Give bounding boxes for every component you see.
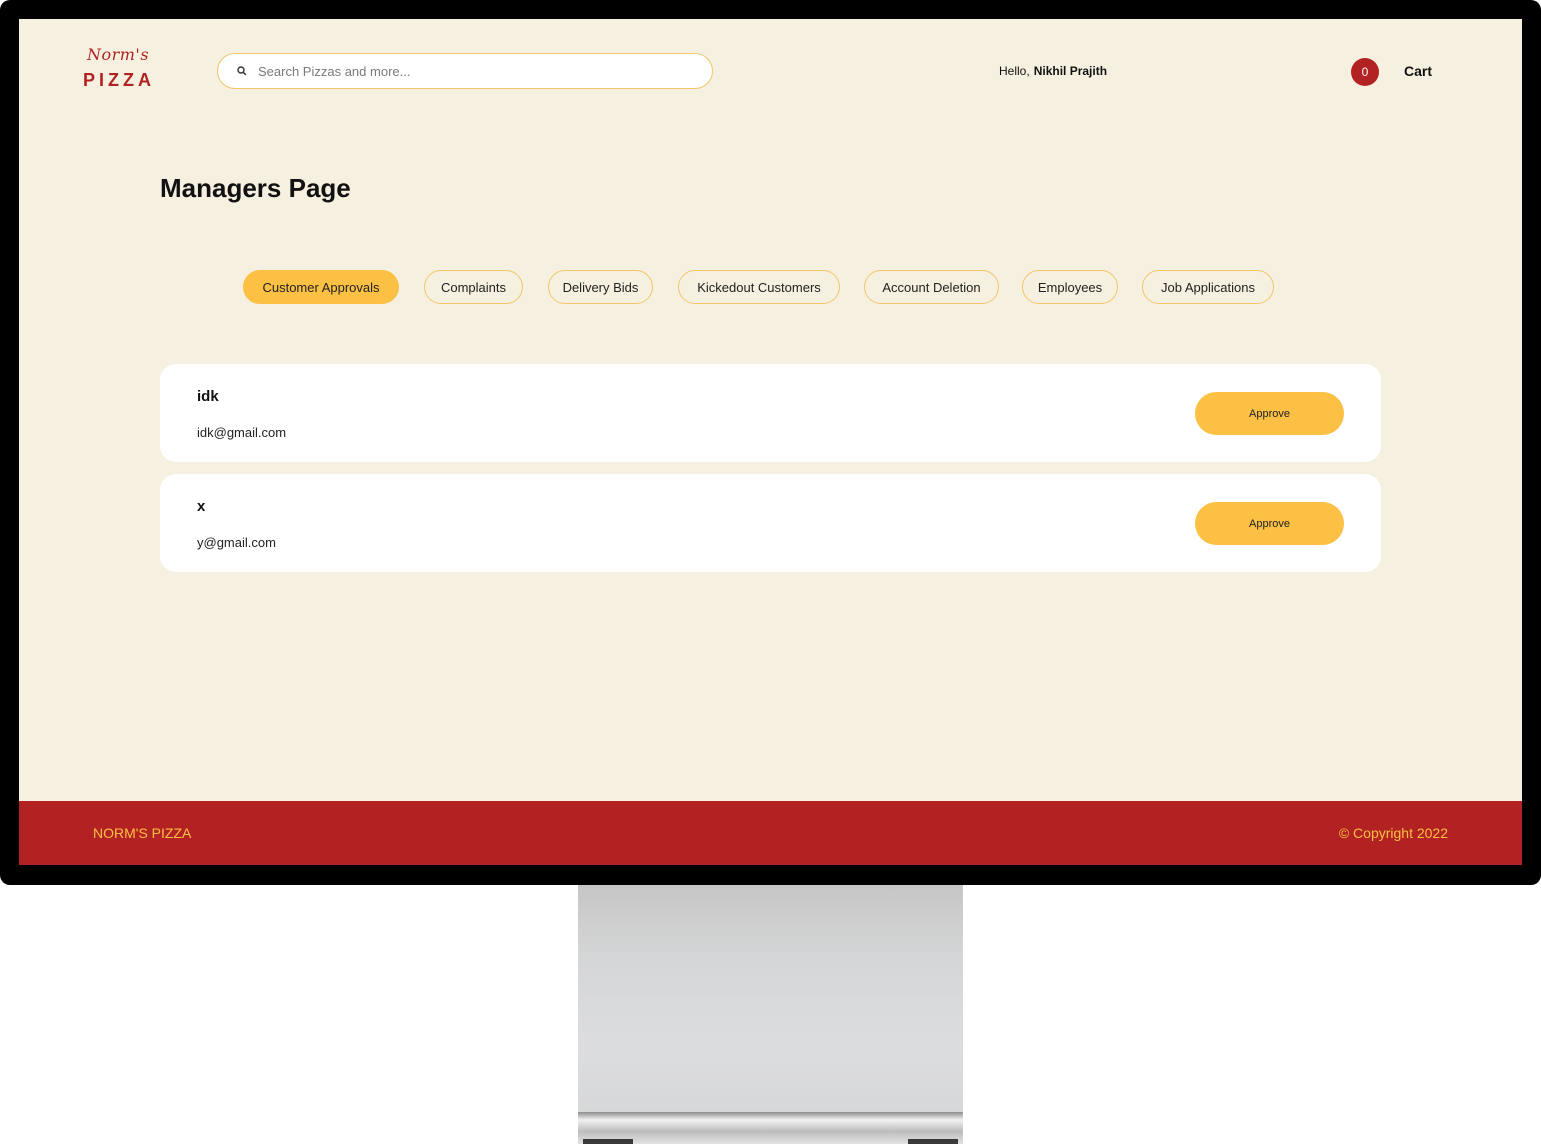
tab-job-applications[interactable]: Job Applications [1142, 270, 1274, 304]
cart-link[interactable]: Cart [1404, 63, 1432, 79]
greeting-text: Hello, [999, 64, 1030, 78]
logo[interactable]: Norm's PIZZA [83, 45, 153, 91]
tab-customer-approvals[interactable]: Customer Approvals [243, 270, 399, 304]
tab-employees[interactable]: Employees [1022, 270, 1118, 304]
search-input[interactable] [258, 63, 658, 79]
search-bar[interactable] [217, 53, 713, 89]
tab-delivery-bids[interactable]: Delivery Bids [548, 270, 653, 304]
monitor-stand-base [578, 1112, 963, 1144]
customer-name: x [197, 498, 206, 515]
approve-button[interactable]: Approve [1195, 392, 1344, 435]
user-greeting: Hello, Nikhil Prajith [999, 64, 1107, 78]
footer: NORM'S PIZZA © Copyright 2022 [19, 801, 1522, 865]
search-icon [236, 65, 248, 77]
customer-name: idk [197, 388, 219, 405]
page-title: Managers Page [160, 173, 351, 203]
approve-button[interactable]: Approve [1195, 502, 1344, 545]
cart-count-badge[interactable]: 0 [1351, 58, 1379, 86]
tab-kickedout-customers[interactable]: Kickedout Customers [678, 270, 840, 304]
monitor-foot-left [583, 1139, 633, 1144]
user-name: Nikhil Prajith [1033, 64, 1108, 78]
monitor-frame: Norm's PIZZA Hello,Nikhil Prajith 0 Cart… [0, 0, 1541, 885]
tab-complaints[interactable]: Complaints [424, 270, 523, 304]
footer-brand: NORM'S PIZZA [93, 825, 192, 841]
monitor-stand [578, 885, 963, 1115]
approval-card: idk idk@gmail.com Approve [160, 364, 1381, 462]
tab-account-deletion[interactable]: Account Deletion [864, 270, 999, 304]
logo-script: Norm's [86, 45, 150, 64]
manager-tabs: Customer Approvals Complaints Delivery B… [19, 270, 1522, 304]
monitor-foot-right [908, 1139, 958, 1144]
customer-email: idk@gmail.com [197, 425, 287, 440]
footer-copyright: © Copyright 2022 [1338, 825, 1448, 841]
app-screen: Norm's PIZZA Hello,Nikhil Prajith 0 Cart… [19, 19, 1522, 865]
customer-email: y@gmail.com [197, 535, 276, 550]
logo-main: PIZZA [83, 70, 155, 90]
approval-card: x y@gmail.com Approve [160, 474, 1381, 572]
